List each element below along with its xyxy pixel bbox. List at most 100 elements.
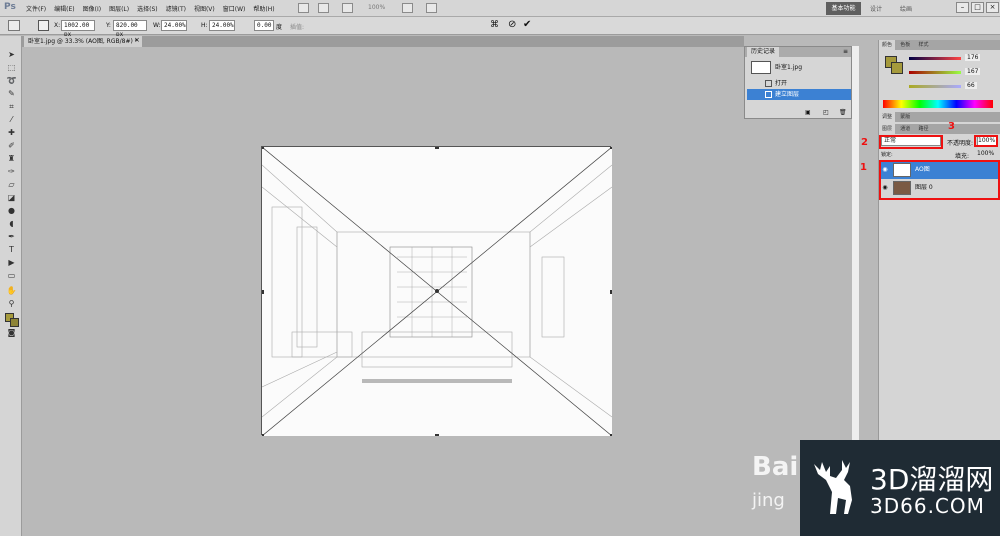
menu-edit[interactable]: 编辑(E) xyxy=(54,4,74,13)
angle-field[interactable]: 0.00 xyxy=(254,20,274,31)
visibility-eye-icon[interactable]: ◉ xyxy=(881,184,889,191)
annotation-3: 3 xyxy=(948,121,955,132)
menu-layer[interactable]: 图层(L) xyxy=(109,4,129,13)
history-panel-header: 历史记录 ≡ xyxy=(745,47,851,57)
shape-tool-icon[interactable]: ▭ xyxy=(6,271,17,281)
menu-window[interactable]: 窗口(W) xyxy=(223,4,246,13)
move-tool-icon[interactable]: ➤ xyxy=(6,50,17,60)
mini-bridge-icon[interactable] xyxy=(318,3,329,13)
commit-icon[interactable]: ✔ xyxy=(523,19,531,30)
warp-icon[interactable]: ⌘ xyxy=(490,20,499,30)
ao-render-image xyxy=(260,145,614,438)
lasso-tool-icon[interactable]: ➰ xyxy=(6,76,17,86)
tab-color[interactable]: 颜色 xyxy=(879,40,896,50)
eyedropper-icon[interactable]: ⁄ xyxy=(6,115,17,125)
zoom-tool-icon[interactable]: ⚲ xyxy=(6,299,17,309)
green-slider[interactable] xyxy=(909,71,961,74)
history-new-doc-icon[interactable]: ▣ xyxy=(805,109,811,116)
annotation-2: 2 xyxy=(861,137,868,148)
zoom-level[interactable]: 100% xyxy=(368,4,385,11)
panel-menu-icon[interactable]: ≡ xyxy=(839,47,852,57)
h-field[interactable]: 24.00% xyxy=(209,20,235,31)
history-item-label: 建立图层 xyxy=(775,91,800,98)
tab-channels[interactable]: 通道 xyxy=(897,124,913,134)
tab-history[interactable]: 历史记录 xyxy=(747,47,780,57)
blue-value[interactable]: 66 xyxy=(965,82,977,89)
history-brush-icon[interactable]: ✑ xyxy=(6,167,17,177)
x-field[interactable]: 1002.00 px xyxy=(61,20,95,38)
healing-brush-icon[interactable]: ✚ xyxy=(6,128,17,138)
tab-masks[interactable]: 蒙版 xyxy=(897,112,913,122)
menu-help[interactable]: 帮助(H) xyxy=(253,4,274,13)
panel-scrollbar[interactable] xyxy=(852,46,859,440)
arrange-icon[interactable] xyxy=(342,3,353,13)
visibility-eye-icon[interactable]: ◉ xyxy=(881,166,889,173)
dodge-tool-icon[interactable]: ◖ xyxy=(6,219,17,229)
path-select-icon[interactable]: ▶ xyxy=(6,258,17,268)
reference-point-icon[interactable] xyxy=(38,20,49,31)
history-snapshot-icon[interactable]: ◰ xyxy=(823,109,829,116)
blur-tool-icon[interactable]: ● xyxy=(6,206,17,216)
gradient-icon[interactable]: ◪ xyxy=(6,193,17,203)
y-field[interactable]: 820.00 px xyxy=(113,20,147,38)
layer-row[interactable]: ◉ AO图 xyxy=(879,161,1000,179)
background-color-swatch[interactable] xyxy=(10,318,19,327)
blue-slider[interactable] xyxy=(909,85,961,88)
menu-file[interactable]: 文件(F) xyxy=(26,4,46,13)
menu-view[interactable]: 视图(V) xyxy=(194,4,215,13)
screen-mode-icon[interactable] xyxy=(402,3,413,13)
interp-label: 插值: xyxy=(290,24,305,31)
layer-row[interactable]: ◉ 图层 0 xyxy=(879,179,1000,197)
site-watermark: 3D溜溜网 3D66.COM xyxy=(800,440,1000,536)
menu-filter[interactable]: 滤镜(T) xyxy=(166,4,186,13)
pen-tool-icon[interactable]: ✒ xyxy=(6,232,17,242)
document-canvas[interactable] xyxy=(260,145,614,438)
baidu-watermark: Bai xyxy=(752,452,799,482)
workspace-essentials-button[interactable]: 基本功能 xyxy=(826,2,861,15)
bridge-icon[interactable] xyxy=(298,3,309,13)
red-value[interactable]: 176 xyxy=(965,54,981,61)
hand-tool-icon[interactable]: ✋ xyxy=(6,286,17,296)
type-tool-icon[interactable]: T xyxy=(6,245,17,255)
extras-icon[interactable] xyxy=(426,3,437,13)
annotation-1: 1 xyxy=(860,162,867,173)
bg-color-swatch[interactable] xyxy=(891,62,903,74)
history-item-open[interactable]: 打开 xyxy=(747,78,851,89)
tab-layers[interactable]: 图层 xyxy=(879,124,896,134)
history-item-new-layer[interactable]: 建立图层 xyxy=(747,89,851,100)
history-delete-icon[interactable]: 🗑 xyxy=(839,109,847,116)
maximize-button[interactable]: □ xyxy=(971,2,984,13)
w-field[interactable]: 24.00% xyxy=(161,20,187,31)
tab-styles[interactable]: 样式 xyxy=(916,40,932,50)
blend-mode-select[interactable]: 正常 xyxy=(881,136,941,146)
tab-paths[interactable]: 路径 xyxy=(916,124,932,134)
minimize-button[interactable]: – xyxy=(956,2,969,13)
workspace-design-button[interactable]: 设计 xyxy=(870,4,882,13)
quick-select-icon[interactable]: ✎ xyxy=(6,89,17,99)
quick-mask-icon[interactable]: ◙ xyxy=(6,328,17,338)
transform-tool-icon[interactable] xyxy=(8,20,20,31)
workspace-paint-button[interactable]: 绘画 xyxy=(900,4,912,13)
fill-field[interactable]: 100% xyxy=(977,150,994,157)
clone-stamp-icon[interactable]: ♜ xyxy=(6,154,17,164)
history-snapshot[interactable]: 卧室1.jpg xyxy=(747,59,851,76)
cancel-icon[interactable]: ⊘ xyxy=(508,19,516,30)
menu-select[interactable]: 选择(S) xyxy=(137,4,158,13)
brush-tool-icon[interactable]: ✐ xyxy=(6,141,17,151)
document-tab[interactable]: 卧室1.jpg @ 33.3% (AO图, RGB/8#) * xyxy=(24,36,142,47)
marquee-tool-icon[interactable]: ⬚ xyxy=(6,63,17,73)
tab-swatches[interactable]: 色板 xyxy=(897,40,913,50)
adjust-panel-tabs: 调整 蒙版 xyxy=(879,112,1000,122)
angle-unit: 度 xyxy=(276,24,283,31)
green-value[interactable]: 167 xyxy=(965,68,981,75)
tab-adjustments[interactable]: 调整 xyxy=(879,112,896,122)
color-spectrum[interactable] xyxy=(883,100,993,108)
crop-tool-icon[interactable]: ⌗ xyxy=(6,102,17,112)
eraser-icon[interactable]: ▱ xyxy=(6,180,17,190)
opacity-field[interactable]: 100% xyxy=(977,136,997,146)
menu-image[interactable]: 图像(I) xyxy=(83,4,101,13)
red-slider[interactable] xyxy=(909,57,961,60)
tab-close-icon[interactable]: × xyxy=(134,36,140,44)
toolbox: ➤ ⬚ ➰ ✎ ⌗ ⁄ ✚ ✐ ♜ ✑ ▱ ◪ ● ◖ ✒ T ▶ ▭ ✋ ⚲ … xyxy=(0,36,22,536)
close-button[interactable]: × xyxy=(986,2,999,13)
